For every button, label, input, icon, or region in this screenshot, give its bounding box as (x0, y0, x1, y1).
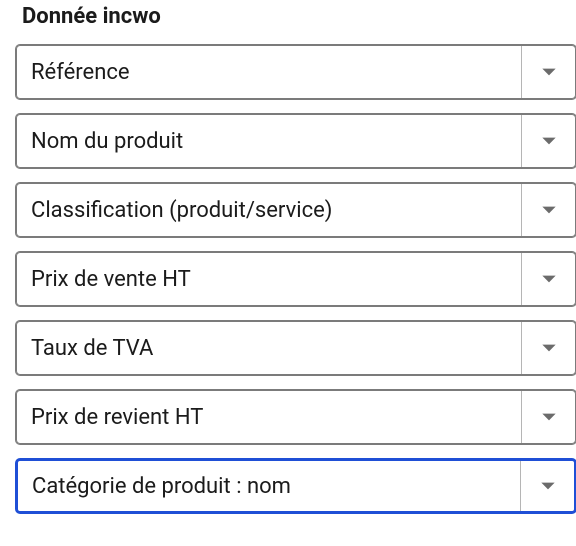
mapping-row: Référence (16, 43, 576, 101)
field-select[interactable]: Prix de vente HT (16, 252, 576, 306)
chevron-down-icon[interactable] (521, 184, 575, 236)
field-select[interactable]: Référence (16, 45, 576, 99)
field-select[interactable]: Catégorie de produit : nom (16, 459, 576, 513)
mapping-row: Nom du produit (16, 112, 576, 170)
mapping-row: Taux de TVA (16, 319, 576, 377)
select-value: Catégorie de produit : nom (18, 474, 520, 499)
select-value: Prix de vente HT (17, 267, 521, 292)
chevron-down-icon[interactable] (521, 115, 575, 167)
chevron-down-icon[interactable] (520, 461, 574, 511)
select-value: Nom du produit (17, 129, 521, 154)
mapping-row: Prix de vente HT (16, 250, 576, 308)
mapping-row: Catégorie de produit : nom (16, 457, 576, 515)
select-value: Prix de revient HT (17, 405, 521, 430)
chevron-down-icon[interactable] (521, 46, 575, 98)
chevron-down-icon[interactable] (521, 391, 575, 443)
chevron-down-icon[interactable] (521, 253, 575, 305)
column-header: Donnée incwo (22, 4, 576, 29)
select-value: Taux de TVA (17, 336, 521, 361)
select-value: Référence (17, 60, 521, 85)
mapping-row: Prix de revient HT (16, 388, 576, 446)
field-select[interactable]: Nom du produit (16, 114, 576, 168)
field-select[interactable]: Prix de revient HT (16, 390, 576, 444)
chevron-down-icon[interactable] (521, 322, 575, 374)
field-select[interactable]: Classification (produit/service) (16, 183, 576, 237)
select-value: Classification (produit/service) (17, 198, 521, 223)
field-select[interactable]: Taux de TVA (16, 321, 576, 375)
mapping-row: Classification (produit/service) (16, 181, 576, 239)
